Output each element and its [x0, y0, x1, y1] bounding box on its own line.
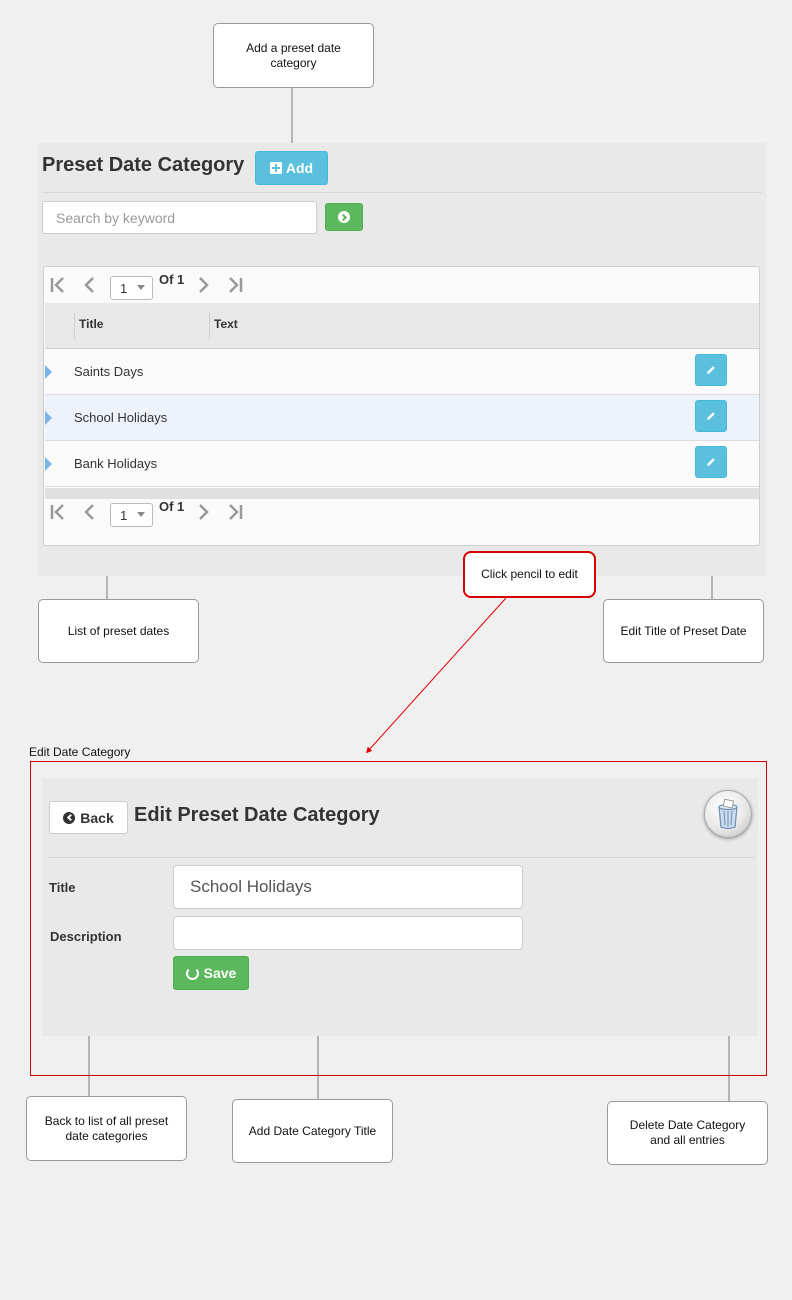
callout-text: Click pencil to edit — [481, 567, 578, 581]
expand-arrow-icon[interactable] — [45, 411, 52, 425]
callout-text: Add Date Category Title — [248, 1123, 377, 1138]
callout-add-category: Add a preset date category — [213, 23, 374, 88]
callout-text: Add a preset date category — [246, 40, 341, 70]
callout-text: Delete Date Category and all entries — [629, 1118, 746, 1147]
caret-down-icon — [137, 512, 145, 517]
add-button[interactable]: Add — [255, 151, 328, 185]
back-button-label: Back — [80, 809, 114, 826]
search-go-button[interactable] — [325, 203, 363, 231]
prev-page-icon[interactable] — [78, 497, 102, 527]
callout-list-of-dates: List of preset dates — [38, 599, 199, 663]
page-title: Preset Date Category — [42, 154, 245, 176]
title-label: Title — [49, 880, 76, 895]
back-button[interactable]: Back — [49, 801, 128, 834]
title-input[interactable] — [173, 865, 523, 909]
column-separator — [74, 313, 75, 339]
last-page-icon[interactable] — [223, 270, 247, 300]
column-header-title[interactable]: Title — [79, 317, 103, 331]
last-page-icon[interactable] — [223, 497, 247, 527]
add-button-label: Add — [285, 160, 314, 176]
page-select[interactable]: 1 — [110, 276, 153, 300]
description-label: Description — [50, 929, 122, 944]
callout-edit-title: Edit Title of Preset Date — [603, 599, 764, 663]
edit-button[interactable] — [695, 354, 727, 386]
table-row[interactable]: Bank Holidays — [45, 441, 759, 487]
pencil-icon — [707, 412, 715, 420]
trash-icon — [718, 798, 738, 830]
page-of-label: Of 1 — [159, 272, 185, 287]
page-number: 1 — [120, 281, 128, 296]
callout-text: Edit Title of Preset Date — [620, 623, 747, 638]
chevron-circle-left-icon — [63, 811, 76, 824]
callout-click-pencil: Click pencil to edit — [463, 551, 596, 598]
callout-text: Back to list of all preset date categori… — [44, 1113, 169, 1143]
pencil-icon — [707, 366, 715, 374]
page-number: 1 — [120, 508, 128, 523]
save-button[interactable]: Save — [173, 956, 249, 990]
next-page-icon[interactable] — [191, 270, 215, 300]
expand-arrow-icon[interactable] — [45, 365, 52, 379]
edit-page-title: Edit Preset Date Category — [134, 804, 380, 826]
pager-top: 1 Of 1 — [46, 270, 306, 300]
table-row[interactable]: School Holidays — [45, 395, 759, 441]
callout-delete-category: Delete Date Category and all entries — [607, 1101, 768, 1165]
callout-text: List of preset dates — [67, 623, 170, 638]
edit-button[interactable] — [695, 400, 727, 432]
row-title: Bank Holidays — [74, 456, 158, 471]
page-of-label: Of 1 — [159, 499, 185, 514]
chevron-circle-right-icon — [338, 211, 350, 223]
page-select[interactable]: 1 — [110, 503, 153, 527]
row-title: Saints Days — [74, 364, 144, 379]
save-button-label: Save — [203, 965, 237, 981]
divider — [42, 192, 762, 193]
pencil-icon — [707, 458, 715, 466]
refresh-icon — [185, 966, 199, 980]
description-input[interactable] — [173, 916, 523, 950]
edit-button[interactable] — [695, 446, 727, 478]
first-page-icon[interactable] — [46, 497, 70, 527]
next-page-icon[interactable] — [191, 497, 215, 527]
column-separator — [209, 313, 210, 339]
first-page-icon[interactable] — [46, 270, 70, 300]
grid-header: Title Text — [45, 303, 759, 349]
expand-arrow-icon[interactable] — [45, 457, 52, 471]
plus-square-icon — [269, 162, 282, 174]
prev-page-icon[interactable] — [78, 270, 102, 300]
pager-bottom: 1 Of 1 — [46, 497, 306, 527]
callout-back-to-list: Back to list of all preset date categori… — [26, 1096, 187, 1161]
search-input[interactable] — [42, 201, 317, 234]
caret-down-icon — [137, 285, 145, 290]
edit-section-caption: Edit Date Category — [29, 745, 131, 759]
row-title: School Holidays — [74, 410, 168, 425]
callout-add-title: Add Date Category Title — [232, 1099, 393, 1163]
divider — [48, 857, 755, 858]
column-header-text[interactable]: Text — [214, 317, 238, 331]
delete-button[interactable] — [704, 790, 752, 838]
table-row[interactable]: Saints Days — [45, 349, 759, 395]
